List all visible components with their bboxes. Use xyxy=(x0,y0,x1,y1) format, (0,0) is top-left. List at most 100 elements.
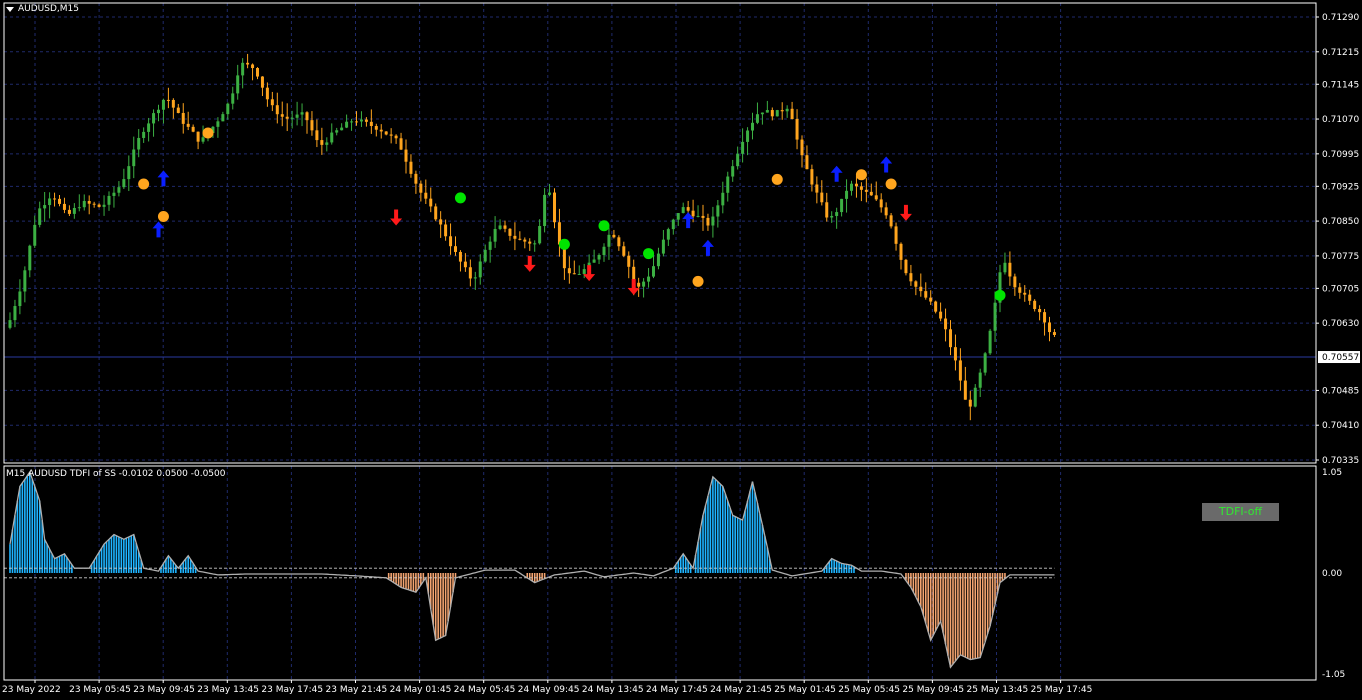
candle-body xyxy=(567,268,571,274)
time-label: 23 May 13:45 xyxy=(197,685,259,695)
candle-body xyxy=(498,225,502,229)
indicator-level-label: -1.05 xyxy=(1322,670,1345,680)
sell-arrow-icon xyxy=(899,204,912,221)
candle-body xyxy=(236,75,240,94)
candle-body xyxy=(221,114,225,122)
candle-body xyxy=(543,194,547,227)
candle-body xyxy=(191,126,195,132)
candle-body xyxy=(394,135,398,139)
candle-body xyxy=(845,190,849,199)
candle-body xyxy=(488,241,492,250)
candle-body xyxy=(671,219,675,230)
time-label: 24 May 21:45 xyxy=(710,685,772,695)
candle-body xyxy=(963,380,967,400)
candle-body xyxy=(399,138,403,150)
candle-body xyxy=(300,112,304,115)
candle-body xyxy=(760,112,764,115)
buy-arrow-icon xyxy=(880,156,893,173)
candle-body xyxy=(87,200,91,204)
candle-body xyxy=(449,236,453,247)
sell-arrow-icon xyxy=(523,255,536,272)
candle-body xyxy=(23,270,27,292)
time-label: 24 May 17:45 xyxy=(646,685,708,695)
candle-body xyxy=(1003,262,1007,273)
candle-body xyxy=(285,116,289,119)
tdfi-toggle-button[interactable]: TDFI-off xyxy=(1202,503,1279,521)
candle-body xyxy=(597,254,601,260)
candle-body xyxy=(1048,322,1051,333)
candle-body xyxy=(780,110,784,112)
dropdown-triangle-icon[interactable] xyxy=(6,6,14,12)
price-axis: 0.71290 0.71215 0.71145 0.71070 0.70995 0.709… xyxy=(1316,13,1360,466)
candle-body xyxy=(8,320,12,328)
candle-body xyxy=(364,119,368,122)
candle-body xyxy=(1013,276,1017,288)
orange-dot-marker xyxy=(692,275,704,287)
candle-body xyxy=(815,184,819,193)
candle-body xyxy=(513,235,517,239)
candle-body xyxy=(1018,287,1022,293)
candle-body xyxy=(315,130,319,141)
time-label: 25 May 09:45 xyxy=(902,685,964,695)
candle-body xyxy=(186,123,190,127)
current-price-label: 0.70557 xyxy=(1322,353,1359,363)
candle-body xyxy=(359,119,363,122)
orange-dot-marker xyxy=(855,169,867,181)
time-label: 23 May 17:45 xyxy=(261,685,323,695)
grid-lines xyxy=(4,3,1316,680)
indicator-level-label: 0.00 xyxy=(1322,569,1342,579)
candle-body xyxy=(958,360,962,381)
orange-dot-marker xyxy=(202,127,214,139)
candle-body xyxy=(785,108,789,112)
candle-body xyxy=(1023,292,1027,295)
candle-body xyxy=(305,112,309,121)
candle-body xyxy=(721,192,725,206)
candle-body xyxy=(38,208,42,225)
candle-body xyxy=(369,121,373,127)
candle-body xyxy=(424,192,428,199)
candle-body xyxy=(899,243,903,260)
candle-body xyxy=(473,277,477,279)
candle-body xyxy=(909,273,913,282)
indicator-level-label: 1.05 xyxy=(1322,468,1342,478)
candle-body xyxy=(755,114,759,123)
candle-body xyxy=(775,110,779,117)
candle-body xyxy=(800,139,804,156)
candle-body xyxy=(647,276,651,282)
candle-body xyxy=(67,209,71,214)
candle-body xyxy=(840,198,844,213)
candle-body xyxy=(968,399,972,407)
sell-arrow-icon xyxy=(627,279,640,296)
candle-body xyxy=(97,204,101,207)
chart-canvas[interactable]: 0.71290 0.71215 0.71145 0.71070 0.70995 0.709… xyxy=(0,0,1362,700)
symbol-title[interactable]: AUDUSD,M15 xyxy=(6,4,79,14)
candle-body xyxy=(869,191,873,196)
candle-body xyxy=(983,353,987,373)
candle-body xyxy=(904,259,908,274)
time-label: 23 May 05:45 xyxy=(69,685,131,695)
candle-body xyxy=(251,64,255,69)
orange-dot-marker xyxy=(157,210,169,222)
candle-body xyxy=(884,207,888,216)
price-label: 0.70335 xyxy=(1322,456,1359,466)
candle-body xyxy=(246,62,250,65)
candle-body xyxy=(463,261,467,268)
candle-body xyxy=(929,297,933,302)
candle-body xyxy=(978,372,982,388)
candle-body xyxy=(681,207,685,214)
candle-body xyxy=(988,330,992,354)
time-label: 24 May 05:45 xyxy=(454,685,516,695)
candle-body xyxy=(72,207,76,214)
indicator-title: M15 AUDUSD TDFI of SS -0.0102 0.0500 -0.… xyxy=(6,469,226,479)
candle-body xyxy=(637,282,641,287)
candle-body xyxy=(686,207,690,211)
candle-body xyxy=(355,121,358,123)
candle-body xyxy=(666,229,670,240)
candle-body xyxy=(953,347,957,361)
tdfi-histogram xyxy=(4,470,1055,669)
candle-body xyxy=(572,273,576,275)
candle-body xyxy=(53,198,57,200)
candle-body xyxy=(830,215,834,218)
orange-dot-marker xyxy=(771,173,783,185)
candle-body xyxy=(320,140,324,145)
